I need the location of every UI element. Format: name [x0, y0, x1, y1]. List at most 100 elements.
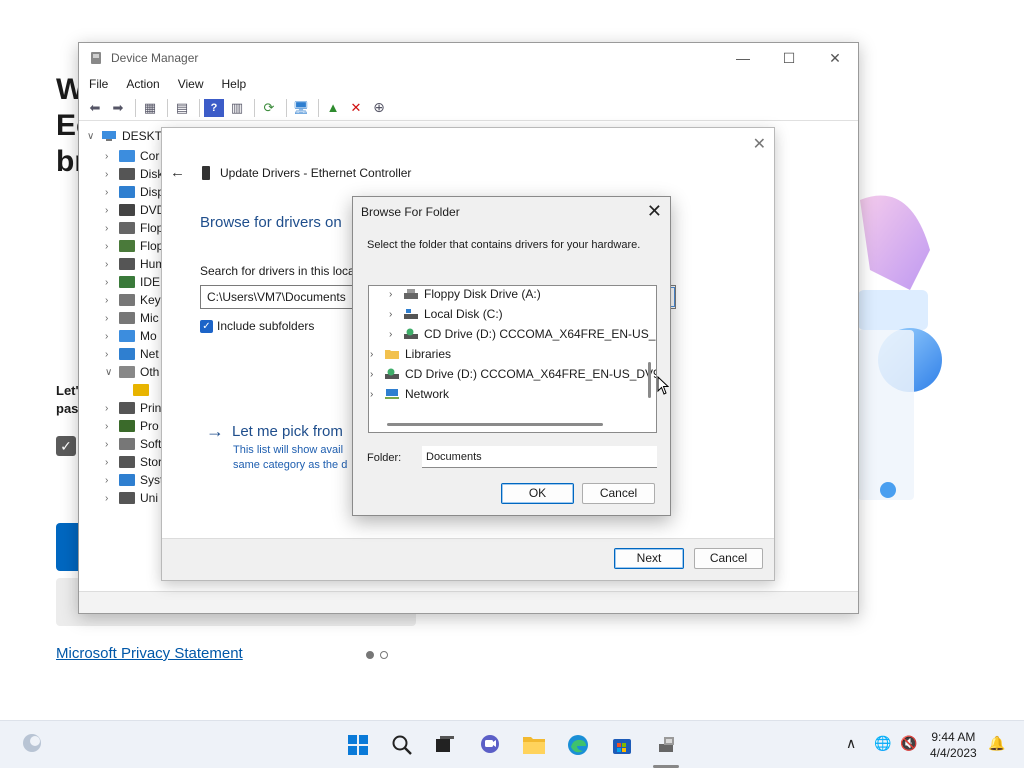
device-category-row[interactable]: › Pro — [105, 417, 165, 435]
folder-tree[interactable]: › Floppy Disk Drive (A:) › Local Disk (C… — [368, 285, 657, 433]
chevron-right-icon[interactable]: › — [105, 295, 119, 306]
start-icon[interactable] — [346, 733, 370, 757]
chevron-right-icon[interactable]: › — [105, 403, 119, 414]
show-hide-tree-icon[interactable]: ▦ — [140, 99, 160, 117]
maximize-icon[interactable]: ☐ — [766, 50, 812, 67]
menu-file[interactable]: File — [89, 77, 108, 91]
browse-cancel-button[interactable]: Cancel — [582, 483, 655, 504]
chevron-right-icon[interactable]: › — [105, 187, 119, 198]
menu-view[interactable]: View — [178, 77, 204, 91]
device-category-row[interactable]: › Mic — [105, 309, 165, 327]
device-category-row[interactable] — [105, 381, 165, 399]
device-category-row[interactable]: › DVD — [105, 201, 165, 219]
chevron-right-icon[interactable]: › — [370, 369, 384, 380]
notification-bell-icon[interactable]: 🔔 — [988, 735, 1005, 752]
device-category-row[interactable]: › Disp — [105, 183, 165, 201]
action-pane-icon[interactable]: ▥ — [227, 99, 247, 117]
folder-tree-item[interactable]: › Floppy Disk Drive (A:) — [389, 286, 541, 304]
device-category-row[interactable]: › Stor — [105, 453, 165, 471]
chat-icon[interactable] — [478, 733, 502, 757]
disable-device-icon[interactable]: ⊕ — [369, 99, 389, 117]
device-category-row[interactable]: › Uni — [105, 489, 165, 507]
browse-folder-close-icon[interactable]: ✕ — [647, 201, 662, 222]
device-category-row[interactable]: › Flop — [105, 237, 165, 255]
chevron-down-icon[interactable]: ∨ — [87, 131, 101, 142]
microsoft-store-icon[interactable] — [610, 733, 634, 757]
chevron-right-icon[interactable]: › — [105, 331, 119, 342]
device-category-row[interactable]: › Net — [105, 345, 165, 363]
volume-muted-icon[interactable]: 🔇 — [900, 735, 917, 752]
help-icon[interactable]: ? — [204, 98, 224, 117]
chevron-right-icon[interactable]: › — [105, 349, 119, 360]
device-manager-titlebar[interactable]: Device Manager — ☐ ✕ — [79, 43, 858, 73]
chevron-right-icon[interactable]: › — [105, 457, 119, 468]
ok-button[interactable]: OK — [501, 483, 574, 504]
device-category-row[interactable]: › Soft — [105, 435, 165, 453]
clock[interactable]: 9:44 AM 4/4/2023 — [930, 729, 977, 761]
include-subfolders-option[interactable]: ✓ Include subfolders — [200, 319, 314, 333]
file-explorer-icon[interactable] — [522, 733, 546, 757]
vertical-scrollbar[interactable] — [648, 362, 651, 398]
horizontal-scrollbar[interactable] — [387, 423, 603, 426]
oobe-checkbox[interactable]: ✓ — [56, 436, 76, 456]
chevron-right-icon[interactable]: › — [105, 439, 119, 450]
enable-device-icon[interactable]: ▲ — [323, 99, 343, 117]
widgets-icon[interactable] — [20, 731, 44, 755]
device-category-row[interactable]: › Key — [105, 291, 165, 309]
search-icon[interactable] — [390, 733, 414, 757]
device-category-row[interactable]: › Hum — [105, 255, 165, 273]
page-dot-1[interactable] — [366, 651, 374, 659]
uninstall-device-icon[interactable]: ✕ — [346, 99, 366, 117]
chevron-right-icon[interactable]: › — [105, 421, 119, 432]
task-view-icon[interactable] — [433, 733, 457, 757]
page-dot-2[interactable] — [380, 651, 388, 659]
checkbox-checked-icon[interactable]: ✓ — [200, 319, 213, 333]
chevron-right-icon[interactable]: › — [389, 289, 403, 300]
language-globe-icon[interactable]: 🌐 — [874, 735, 891, 752]
device-manager-taskbar-icon[interactable] — [655, 733, 679, 757]
chevron-right-icon[interactable]: › — [389, 309, 403, 320]
device-category-row[interactable]: › Disk — [105, 165, 165, 183]
tree-root[interactable]: ∨ DESKTO — [87, 129, 171, 143]
chevron-right-icon[interactable]: › — [105, 151, 119, 162]
chevron-right-icon[interactable]: › — [105, 259, 119, 270]
folder-tree-item[interactable]: › CD Drive (D:) CCCOMA_X64FRE_EN-US_ — [389, 324, 655, 344]
chevron-up-icon[interactable]: ∧ — [846, 735, 856, 752]
chevron-right-icon[interactable]: › — [370, 349, 384, 360]
device-category-row[interactable]: › Syst — [105, 471, 165, 489]
chevron-right-icon[interactable]: › — [370, 389, 384, 400]
chevron-right-icon[interactable]: › — [105, 493, 119, 504]
device-category-row[interactable]: › Flop — [105, 219, 165, 237]
wizard-back-arrow-icon[interactable]: ← — [170, 164, 185, 181]
privacy-statement-link[interactable]: Microsoft Privacy Statement — [56, 645, 243, 662]
wizard-close-icon[interactable]: ✕ — [753, 134, 766, 154]
device-category-row[interactable]: › IDE — [105, 273, 165, 291]
menu-action[interactable]: Action — [126, 77, 159, 91]
chevron-right-icon[interactable]: › — [389, 329, 403, 340]
chevron-right-icon[interactable]: › — [105, 475, 119, 486]
chevron-right-icon[interactable]: › — [105, 223, 119, 234]
device-category-row[interactable]: › Prin — [105, 399, 165, 417]
next-button[interactable]: Next — [614, 548, 684, 569]
pick-from-list-link[interactable]: → Let me pick from — [206, 421, 343, 442]
forward-arrow-icon[interactable]: ➡ — [108, 99, 128, 117]
folder-input[interactable]: Documents — [422, 446, 657, 468]
chevron-right-icon[interactable]: › — [105, 277, 119, 288]
folder-tree-item[interactable]: › CD Drive (D:) CCCOMA_X64FRE_EN-US_DV9 — [370, 364, 656, 384]
device-category-row[interactable]: › Mo — [105, 327, 165, 345]
chevron-down-icon[interactable]: ∨ — [105, 367, 119, 378]
close-icon[interactable]: ✕ — [812, 50, 858, 67]
scan-hardware-icon[interactable]: 🖥 — [291, 99, 311, 117]
device-category-row[interactable]: › Cor — [105, 147, 165, 165]
back-arrow-icon[interactable]: ⬅ — [85, 99, 105, 117]
folder-tree-item[interactable]: › Network — [370, 384, 449, 404]
minimize-icon[interactable]: — — [720, 50, 766, 67]
device-category-row[interactable]: ∨ Oth — [105, 363, 165, 381]
chevron-right-icon[interactable]: › — [105, 169, 119, 180]
chevron-right-icon[interactable]: › — [105, 313, 119, 324]
chevron-right-icon[interactable]: › — [105, 205, 119, 216]
menu-help[interactable]: Help — [222, 77, 247, 91]
update-driver-icon[interactable]: ⟳ — [259, 99, 279, 117]
edge-browser-icon[interactable] — [566, 733, 590, 757]
properties-icon[interactable]: ▤ — [172, 99, 192, 117]
